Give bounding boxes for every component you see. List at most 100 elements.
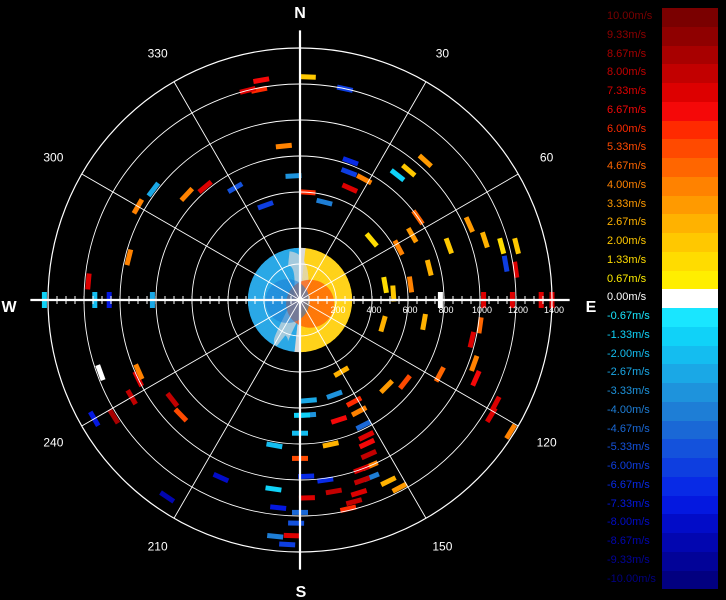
legend-swatch [662, 551, 718, 571]
legend-entry: -8.00m/s [605, 514, 718, 533]
azimuth-label: 240 [43, 435, 63, 449]
echo-cell [340, 167, 358, 178]
echo-cell [378, 315, 388, 333]
legend-swatch [662, 45, 718, 65]
azimuth-spoke [299, 299, 427, 519]
legend-swatch [662, 383, 718, 402]
echo-cell [350, 488, 368, 498]
legend-swatch [662, 64, 718, 83]
legend-entry: 4.67m/s [605, 158, 718, 177]
legend-swatch [662, 289, 718, 308]
azimuth-spoke [173, 299, 301, 519]
range-label: 200 [330, 305, 345, 315]
legend-label: -6.00m/s [607, 460, 650, 472]
polar-velocity-plot: 200 400 600 800 1000 1200 1400 30 60 120 150 210 24… [1, 5, 596, 600]
legend-swatch [662, 26, 718, 46]
echo-cell [279, 541, 296, 548]
azimuth-spoke [81, 299, 301, 427]
echo-cell [463, 216, 475, 233]
echo-cell [124, 248, 134, 266]
echo-cell [159, 490, 176, 504]
legend-label: -6.67m/s [607, 478, 650, 491]
legend-entry: -5.33m/s [605, 439, 718, 458]
echo-cell [420, 313, 428, 331]
echo-cell [316, 197, 333, 207]
echo-cell [326, 389, 343, 400]
legend-swatch [662, 533, 718, 552]
legend-label: 8.67m/s [607, 47, 647, 60]
legend-label: -7.33m/s [607, 497, 650, 510]
legend-entry: -6.67m/s [605, 476, 718, 496]
echo-cell [424, 259, 434, 277]
echo-cell [269, 504, 287, 511]
range-label: 600 [402, 305, 417, 315]
legend-label: 6.67m/s [607, 103, 647, 116]
echo-cell [353, 475, 371, 486]
legend-label: -2.67m/s [607, 366, 650, 379]
range-labels: 200 400 600 800 1000 1200 1400 [330, 305, 564, 315]
legend-entry: -2.00m/s [605, 345, 718, 365]
echo-cell [398, 374, 412, 390]
legend-label: 7.33m/s [607, 85, 647, 97]
legend-entry: 0.67m/s [605, 270, 718, 290]
echo-cell [299, 74, 316, 80]
azimuth-label: 210 [148, 540, 168, 554]
legend-entry: 8.67m/s [605, 45, 718, 65]
legend-label: -2.00m/s [607, 347, 650, 360]
echo-cell [360, 449, 378, 461]
azimuth-label: 60 [540, 151, 554, 165]
legend-entry: 7.33m/s [605, 83, 718, 102]
legend-swatch [662, 233, 718, 252]
legend-swatch [662, 120, 718, 140]
legend-label: 3.33m/s [607, 197, 647, 210]
echo-cell [212, 472, 230, 484]
legend-swatch [662, 476, 718, 496]
legend-entry: -4.00m/s [605, 401, 718, 421]
echo-cell [381, 276, 389, 294]
legend-entry: -8.67m/s [605, 533, 718, 552]
echo-cell [173, 407, 189, 423]
legend-entry: 0.00m/s [605, 289, 718, 308]
echo-cell [345, 395, 363, 408]
range-label: 1200 [508, 305, 528, 315]
azimuth-label: 150 [432, 540, 452, 554]
legend-label: -5.33m/s [607, 441, 650, 454]
legend-label: 6.00m/s [607, 122, 647, 135]
legend-swatch [662, 195, 718, 215]
echo-cell [341, 182, 359, 194]
echo-cell [379, 379, 394, 394]
legend-swatch [662, 139, 718, 158]
legend-entry: -3.33m/s [605, 383, 718, 402]
azimuth-label: 300 [43, 151, 63, 165]
echo-cell [257, 200, 274, 211]
legend-label: 5.33m/s [607, 141, 647, 154]
legend-label: -8.67m/s [607, 535, 650, 547]
range-label: 1400 [544, 305, 564, 315]
legend-swatch [662, 345, 718, 365]
radar-center [297, 297, 303, 303]
legend-entry: 3.33m/s [605, 195, 718, 215]
legend-label: -8.00m/s [607, 516, 650, 529]
legend-entry: 5.33m/s [605, 139, 718, 158]
legend-label: -3.33m/s [607, 385, 650, 397]
legend-swatch [662, 439, 718, 458]
legend-entry: 6.67m/s [605, 101, 718, 121]
echo-cell [364, 232, 379, 248]
legend-entry: 9.33m/s [605, 26, 718, 46]
legend-entry: 2.00m/s [605, 233, 718, 252]
echo-cell [265, 485, 282, 493]
legend-label: 0.00m/s [607, 291, 647, 304]
echo-cell [330, 414, 348, 425]
cardinal-west: W [1, 299, 17, 316]
cardinal-north: N [294, 5, 306, 22]
echo-cell [85, 273, 92, 290]
legend-swatch [662, 101, 718, 121]
legend-entry: -6.00m/s [605, 458, 718, 477]
legend-label: 2.67m/s [607, 216, 647, 229]
legend-entry: 4.00m/s [605, 176, 718, 196]
echo-cell [275, 142, 293, 150]
legend-entry: -9.33m/s [605, 551, 718, 571]
echo-cell [480, 231, 490, 249]
echo-cell [401, 163, 417, 178]
legend-entry: -1.33m/s [605, 326, 718, 346]
